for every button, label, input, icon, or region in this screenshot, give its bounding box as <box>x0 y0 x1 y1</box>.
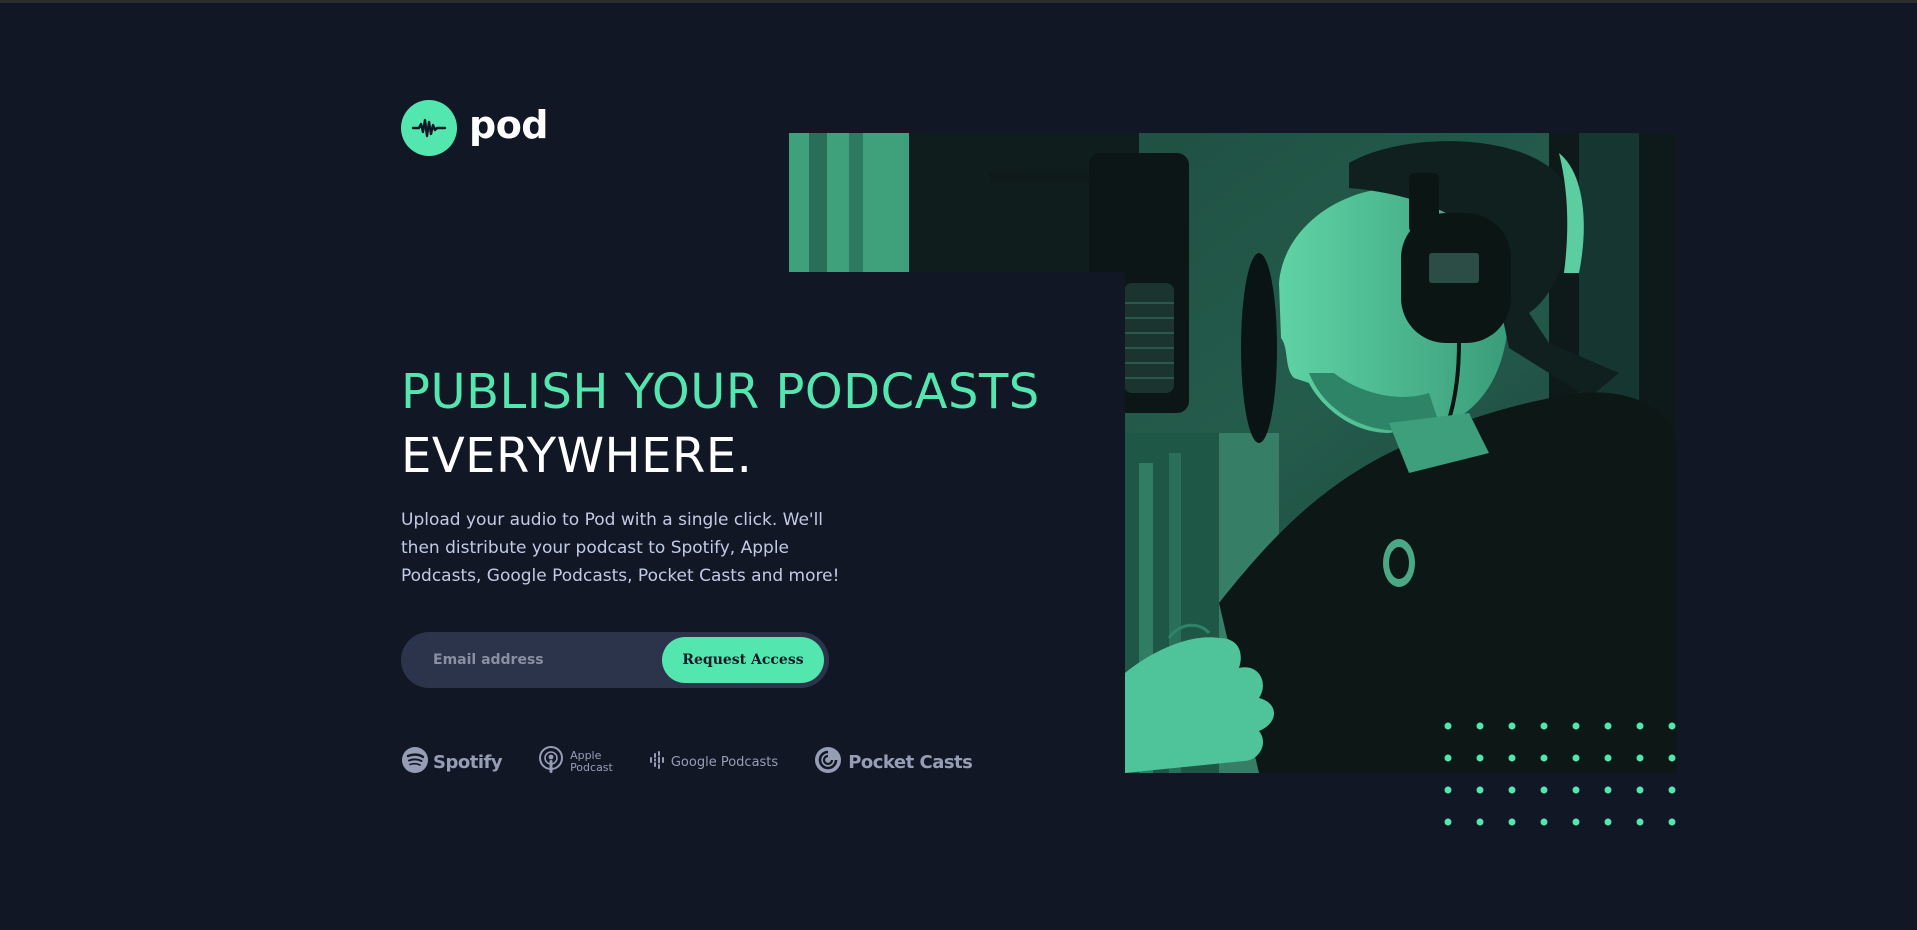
platform-logos: Spotify Apple Podcast Google Podcasts Po… <box>401 744 973 780</box>
google-podcasts-icon <box>649 750 665 774</box>
sound-wave-icon <box>401 100 457 156</box>
pocket-casts-logo: Pocket Casts <box>814 746 973 779</box>
hero-description: Upload your audio to Pod with a single c… <box>401 510 840 586</box>
dot-grid-pattern <box>1440 718 1680 828</box>
top-border <box>0 0 1917 3</box>
hero-headline: PUBLISH YOUR PODCASTS EVERYWHERE. <box>401 360 1040 488</box>
spotify-label: Spotify <box>433 751 503 773</box>
email-field[interactable] <box>433 632 653 688</box>
google-podcasts-logo: Google Podcasts <box>649 750 779 774</box>
brand-name: pod <box>469 103 549 147</box>
pocket-casts-label: Pocket Casts <box>848 751 973 773</box>
request-access-form: Request Access <box>401 632 829 688</box>
headline-line-1: PUBLISH YOUR PODCASTS <box>401 364 1040 420</box>
spotify-logo: Spotify <box>401 746 503 779</box>
brand-logo[interactable]: pod <box>401 100 549 156</box>
request-access-button[interactable]: Request Access <box>662 637 824 683</box>
spotify-icon <box>401 746 429 779</box>
apple-podcast-icon <box>538 745 564 780</box>
pocket-casts-icon <box>814 746 842 779</box>
apple-podcast-logo: Apple Podcast <box>538 745 613 780</box>
google-podcasts-label: Google Podcasts <box>670 754 779 770</box>
apple-podcast-label: Apple Podcast <box>570 749 613 774</box>
headline-line-2: EVERYWHERE. <box>401 428 753 484</box>
